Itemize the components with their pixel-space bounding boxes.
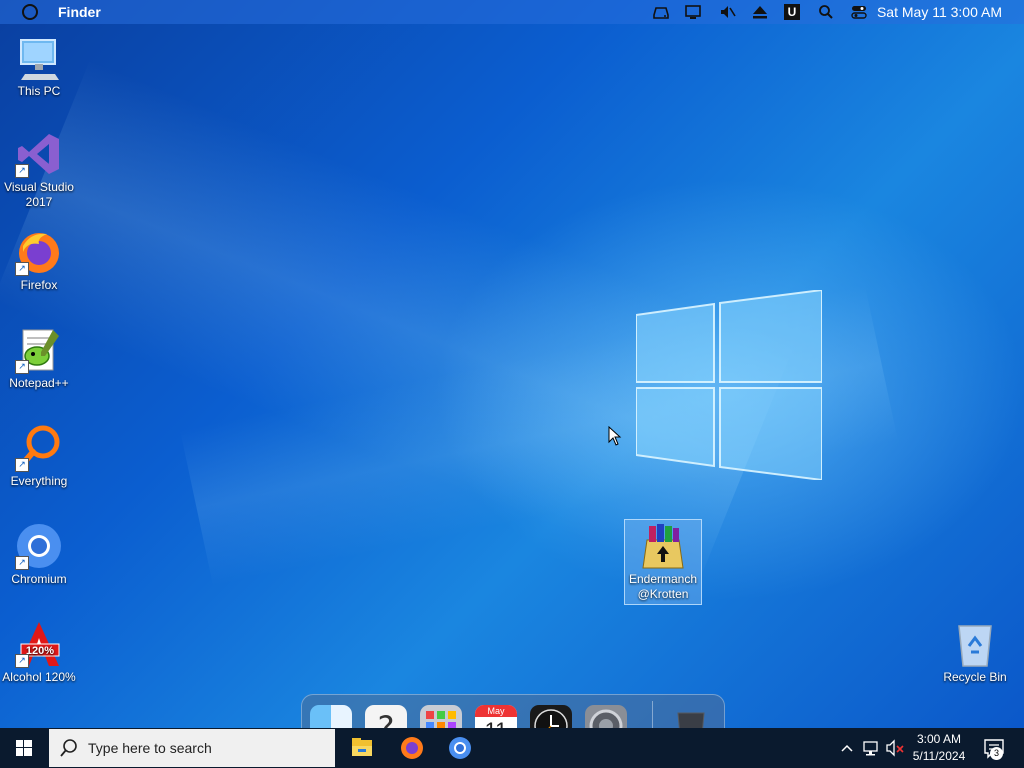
notification-center-button[interactable]: 3	[980, 728, 1010, 768]
desktop-icon-this-pc[interactable]: This PC	[1, 34, 77, 99]
desktop: Finder U Sat May 11 3:00 AM This PC ↗ Vi…	[0, 0, 1024, 768]
chevron-up-icon	[841, 744, 853, 752]
desktop-icon-label: This PC	[17, 84, 61, 98]
network-tray-button[interactable]	[860, 728, 882, 768]
desktop-icon-label: Recycle Bin	[943, 670, 1007, 684]
desktop-icon-endermanch-krotten[interactable]: Endermanch @Krotten	[624, 519, 702, 605]
desktop-icon-everything[interactable]: ↗ Everything	[1, 424, 77, 489]
firefox-icon: ↗	[15, 228, 63, 276]
search-icon	[60, 739, 77, 757]
winrar-archive-icon	[639, 522, 687, 570]
desktop-icon-alcohol-120[interactable]: 120% ↗ Alcohol 120%	[1, 620, 77, 685]
network-icon	[863, 741, 878, 756]
shortcut-arrow-icon: ↗	[15, 164, 29, 178]
desktop-icon-recycle-bin[interactable]: Recycle Bin	[937, 620, 1013, 685]
control-center-icon[interactable]	[850, 3, 868, 21]
drive-icon[interactable]	[652, 3, 670, 21]
search-placeholder: Type here to search	[88, 740, 212, 756]
shortcut-arrow-icon: ↗	[15, 360, 29, 374]
desktop-icon-label: Firefox	[20, 278, 58, 292]
taskbar-clock[interactable]: 3:00 AM 5/11/2024	[906, 731, 972, 765]
calendar-month: May	[475, 705, 517, 717]
menu-bar: Finder U Sat May 11 3:00 AM	[0, 0, 1024, 24]
file-explorer-icon	[352, 738, 372, 756]
mouse-cursor-icon	[608, 426, 622, 446]
search-icon[interactable]	[817, 3, 835, 21]
mute-icon[interactable]	[718, 3, 736, 21]
shortcut-arrow-icon: ↗	[15, 654, 29, 668]
desktop-icon-label: Everything	[10, 474, 68, 488]
svg-text:120%: 120%	[26, 645, 54, 657]
firefox-icon	[401, 737, 423, 759]
shortcut-arrow-icon: ↗	[15, 556, 29, 570]
u-icon[interactable]: U	[784, 4, 800, 20]
windows-logo-wallpaper	[636, 290, 822, 480]
system-menu-icon[interactable]	[22, 4, 38, 20]
desktop-icon-notepad-plus-plus[interactable]: ↗ Notepad++	[1, 326, 77, 391]
desktop-icon-label: Chromium	[11, 572, 67, 586]
everything-search-icon: ↗	[15, 424, 63, 472]
eject-icon[interactable]	[751, 3, 769, 21]
alcohol-120-icon: 120% ↗	[15, 620, 63, 668]
shortcut-arrow-icon: ↗	[15, 262, 29, 276]
active-app-name[interactable]: Finder	[58, 4, 101, 20]
taskbar-search-box[interactable]: Type here to search	[49, 729, 335, 767]
desktop-icon-label: Endermanch @Krotten	[628, 572, 698, 601]
taskbar-firefox[interactable]	[388, 728, 436, 768]
desktop-icon-label: Alcohol 120%	[2, 670, 76, 684]
volume-muted-icon	[886, 739, 904, 757]
show-hidden-icons-button[interactable]	[838, 728, 856, 768]
shortcut-arrow-icon: ↗	[15, 458, 29, 472]
taskbar-time: 3:00 AM	[916, 732, 962, 746]
desktop-icon-chromium[interactable]: ↗ Chromium	[1, 522, 77, 587]
taskbar-chromium[interactable]	[436, 728, 484, 768]
desktop-icon-visual-studio[interactable]: ↗ Visual Studio 2017	[1, 130, 77, 210]
desktop-icon-label: Notepad++	[9, 376, 69, 390]
chromium-icon: ↗	[15, 522, 63, 570]
menubar-clock[interactable]: Sat May 11 3:00 AM	[877, 4, 1002, 20]
computer-icon	[15, 34, 63, 82]
visual-studio-icon: ↗	[15, 130, 63, 178]
notification-count-badge: 3	[990, 747, 1003, 760]
monitor-icon[interactable]	[684, 3, 702, 21]
chromium-icon	[449, 737, 471, 759]
desktop-icon-firefox[interactable]: ↗ Firefox	[1, 228, 77, 293]
volume-tray-button[interactable]	[884, 728, 906, 768]
windows-start-icon	[16, 740, 32, 756]
desktop-icon-label: Visual Studio 2017	[4, 180, 74, 209]
start-button[interactable]	[0, 728, 48, 768]
taskbar-date: 5/11/2024	[912, 749, 966, 763]
taskbar: Type here to search 3:00 AM 5/11/2024 3	[0, 728, 1024, 768]
notepad-plus-plus-icon: ↗	[15, 326, 63, 374]
recycle-bin-icon	[951, 620, 999, 668]
taskbar-file-explorer[interactable]	[338, 728, 386, 768]
